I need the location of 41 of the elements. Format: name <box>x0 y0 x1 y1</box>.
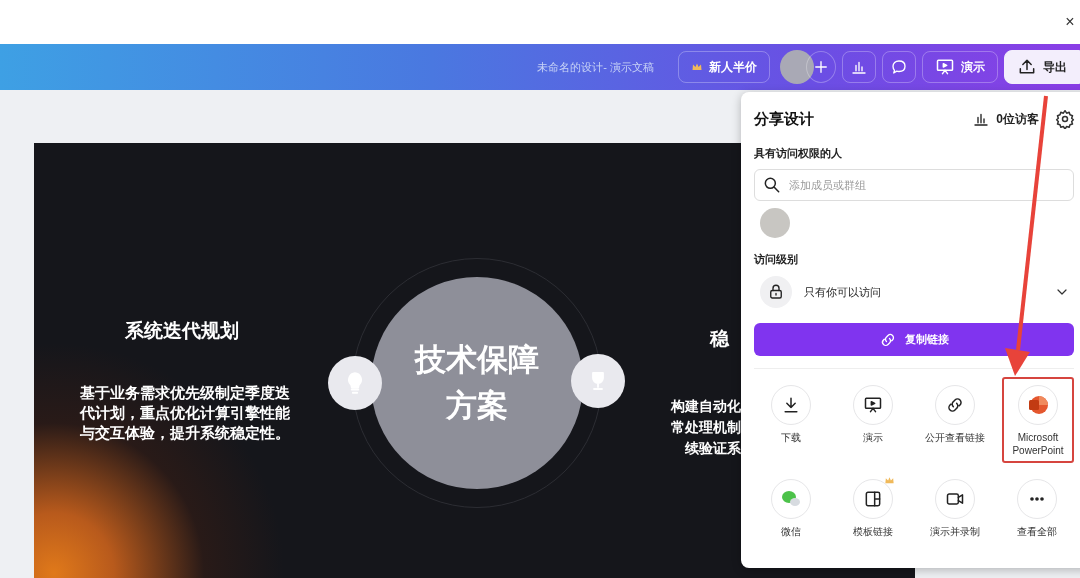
presentation-icon <box>935 57 955 77</box>
access-dropdown[interactable]: 只有你可以访问 <box>754 275 1074 309</box>
insights-button[interactable] <box>842 51 876 83</box>
slide-paragraph: 基于业务需求优先级制定季度迭代计划，重点优化计算引擎性能与交互体验，提升系统稳定性。 <box>80 383 290 443</box>
share-option[interactable]: 下载 <box>750 377 832 463</box>
plus-icon <box>812 58 830 76</box>
search-icon <box>762 175 782 195</box>
avatar-icon[interactable] <box>780 50 814 84</box>
crown-icon <box>884 475 895 486</box>
search-field[interactable]: 添加成员或群组 <box>754 169 1074 201</box>
center-circle-title: 技术保障方案 <box>371 277 583 489</box>
visitors-button[interactable]: 0位访客 <box>972 110 1039 128</box>
promo-button[interactable]: 新人半价 <box>678 51 770 83</box>
slide-text-line: 构建自动化 <box>671 397 741 416</box>
copy-link-button[interactable]: 复制链接 <box>754 323 1074 356</box>
comment-button[interactable] <box>882 51 916 83</box>
share-option[interactable]: 查看全部 <box>996 471 1078 544</box>
trophy-icon <box>571 354 625 408</box>
export-button[interactable]: 导出 <box>1004 50 1080 84</box>
comment-icon <box>890 58 908 76</box>
lock-icon <box>760 276 792 308</box>
section-heading: 访问级别 <box>754 252 799 267</box>
access-level: 只有你可以访问 <box>804 284 882 300</box>
close-button[interactable]: × <box>1062 13 1078 31</box>
share-option[interactable]: 模板链接 <box>832 471 914 544</box>
present-button[interactable]: 演示 <box>922 51 998 83</box>
slide-heading: 稳 <box>710 327 729 351</box>
share-option[interactable]: 演示 <box>832 377 914 463</box>
share-option[interactable]: Microsoft PowerPoint <box>1002 377 1074 463</box>
slide-text-line: 常处理机制 <box>671 418 741 437</box>
slide-heading: 系统迭代规划 <box>124 319 240 343</box>
panel-title: 分享设计 <box>754 109 815 129</box>
share-option[interactable]: 公开查看链接 <box>914 377 996 463</box>
section-heading: 具有访问权限的人 <box>754 146 843 161</box>
slide-text-line: 续验证系 <box>684 439 741 458</box>
share-option[interactable]: 演示并录制 <box>914 471 996 544</box>
lightbulb-icon <box>328 356 382 410</box>
avatar-icon <box>760 208 790 238</box>
upload-icon <box>1017 57 1037 77</box>
settings-icon[interactable] <box>1055 109 1075 129</box>
share-option[interactable]: 微信 <box>750 471 832 544</box>
